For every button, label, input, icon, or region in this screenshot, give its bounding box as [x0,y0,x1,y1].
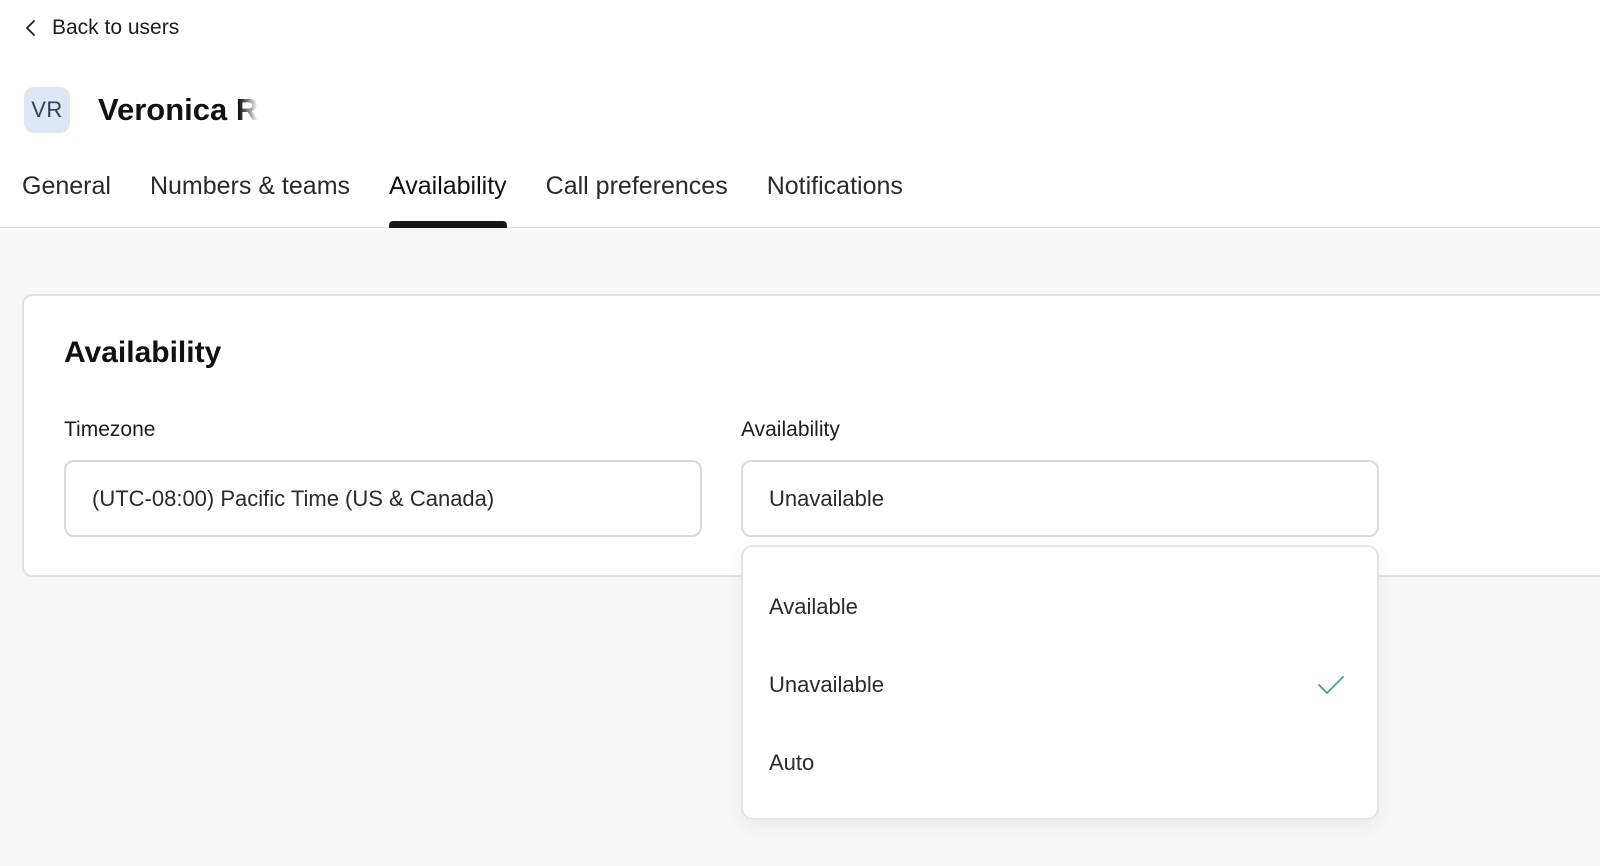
timezone-select[interactable]: (UTC-08:00) Pacific Time (US & Canada) [64,460,702,537]
availability-select[interactable]: Unavailable [741,460,1379,537]
check-icon [1318,676,1344,694]
availability-card: Availability Timezone (UTC-08:00) Pacifi… [22,294,1600,577]
user-name: Veronica Ri [98,92,258,127]
back-label: Back to users [52,16,180,39]
option-label: Unavailable [769,672,884,697]
option-auto[interactable]: Auto [743,724,1377,802]
tab-availability[interactable]: Availability [389,160,507,228]
timezone-value: (UTC-08:00) Pacific Time (US & Canada) [92,485,495,511]
tab-numbers-teams[interactable]: Numbers & teams [150,160,350,228]
back-to-users-link[interactable]: Back to users [24,12,179,44]
option-label: Available [769,594,858,619]
card-title: Availability [64,336,222,369]
tab-bar: General Numbers & teams Availability Cal… [22,160,942,228]
user-identity: VR Veronica Ri [24,87,258,133]
availability-dropdown-menu: Available Unavailable Auto [741,545,1379,820]
option-unavailable[interactable]: Unavailable [743,646,1377,724]
tab-general[interactable]: General [22,160,111,228]
availability-label: Availability [741,418,840,441]
page-header: Back to users VR Veronica Ri General Num… [0,0,1600,228]
chevron-left-icon [26,20,35,36]
availability-value: Unavailable [769,485,884,511]
tab-call-preferences[interactable]: Call preferences [546,160,728,228]
tab-notifications[interactable]: Notifications [767,160,903,228]
avatar: VR [24,87,70,133]
option-available[interactable]: Available [743,568,1377,646]
timezone-label: Timezone [64,418,156,441]
option-label: Auto [769,750,815,775]
